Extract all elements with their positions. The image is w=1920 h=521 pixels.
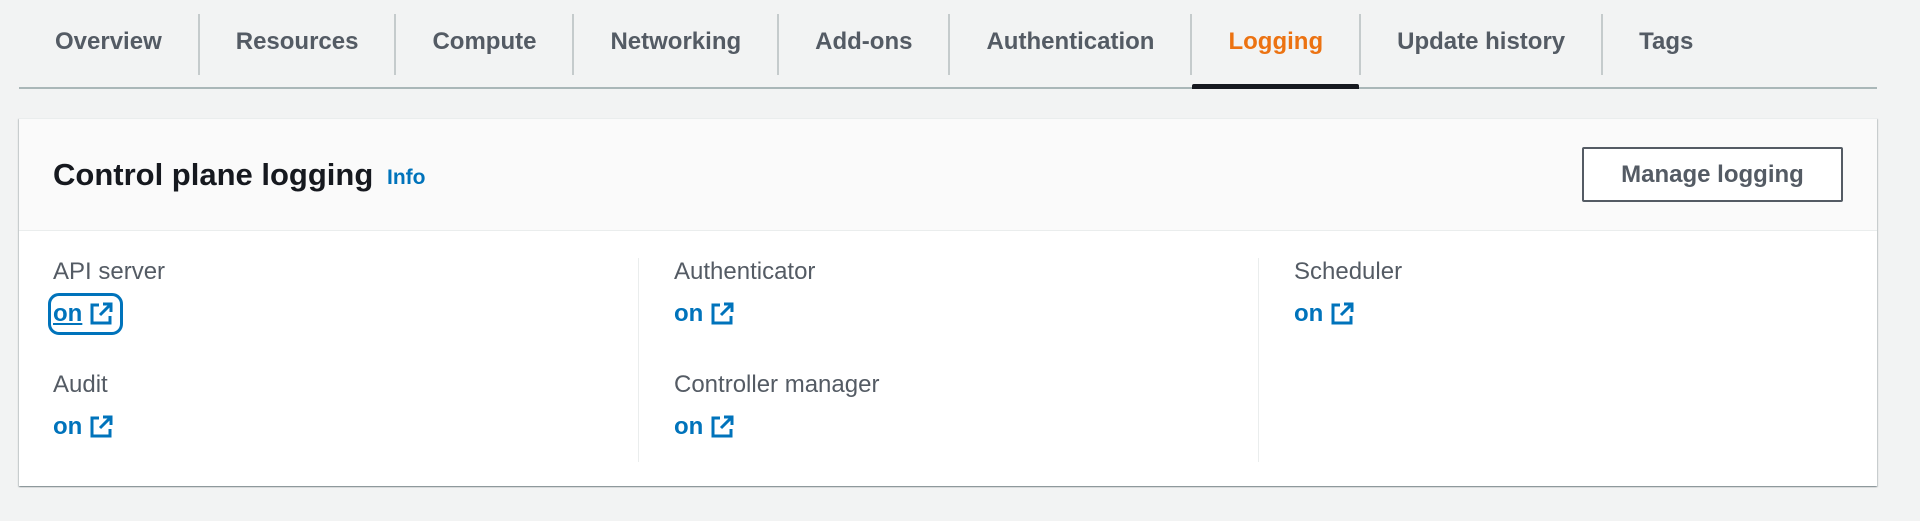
controller-manager-log-link[interactable]: on — [674, 411, 739, 443]
field-controller-manager: Controller manager on — [674, 371, 879, 443]
field-label: Authenticator — [674, 258, 816, 285]
audit-log-link[interactable]: on — [53, 411, 118, 443]
info-link[interactable]: Info — [387, 166, 425, 190]
external-link-icon — [90, 415, 113, 438]
field-label: Audit — [53, 371, 108, 398]
manage-logging-button[interactable]: Manage logging — [1582, 147, 1843, 202]
column-1: API server on Audit on — [47, 258, 613, 462]
field-value: on — [53, 413, 83, 440]
scheduler-log-link[interactable]: on — [1294, 298, 1359, 330]
column-2: Authenticator on Controller manager on — [674, 258, 1234, 462]
tab-compute[interactable]: Compute — [396, 0, 572, 87]
column-divider — [1258, 258, 1259, 462]
field-audit: Audit on — [53, 371, 118, 443]
field-label: Controller manager — [674, 371, 880, 398]
external-link-icon — [711, 302, 734, 325]
external-link-icon — [1331, 302, 1354, 325]
field-value: on — [1294, 300, 1324, 327]
field-value: on — [53, 300, 83, 327]
api-server-log-link[interactable]: on — [47, 293, 124, 335]
tab-update-history[interactable]: Update history — [1361, 0, 1601, 87]
panel-header: Control plane logging Info Manage loggin… — [19, 119, 1877, 231]
field-scheduler: Scheduler on — [1294, 258, 1402, 330]
column-divider — [638, 258, 639, 462]
control-plane-logging-panel: Control plane logging Info Manage loggin… — [19, 118, 1877, 486]
tab-resources[interactable]: Resources — [200, 0, 395, 87]
field-authenticator: Authenticator on — [674, 258, 815, 330]
field-label: API server — [53, 258, 166, 285]
external-link-icon — [90, 302, 113, 325]
tab-add-ons[interactable]: Add-ons — [779, 0, 948, 87]
tab-overview[interactable]: Overview — [19, 0, 198, 87]
field-label: Scheduler — [1294, 258, 1403, 285]
column-3: Scheduler on — [1294, 258, 1854, 462]
field-value: on — [674, 413, 704, 440]
tab-authentication[interactable]: Authentication — [950, 0, 1190, 87]
panel-title: Control plane logging — [53, 157, 374, 192]
tab-networking[interactable]: Networking — [574, 0, 777, 87]
tab-bar: Overview Resources Compute Networking Ad… — [19, 0, 1877, 89]
log-types-grid: API server on Audit on Authenticator on … — [19, 231, 1877, 487]
authenticator-log-link[interactable]: on — [674, 298, 739, 330]
tab-tags[interactable]: Tags — [1603, 0, 1729, 87]
field-value: on — [674, 300, 704, 327]
tab-logging[interactable]: Logging — [1192, 0, 1359, 89]
external-link-icon — [711, 415, 734, 438]
field-api-server: API server on — [47, 258, 166, 335]
